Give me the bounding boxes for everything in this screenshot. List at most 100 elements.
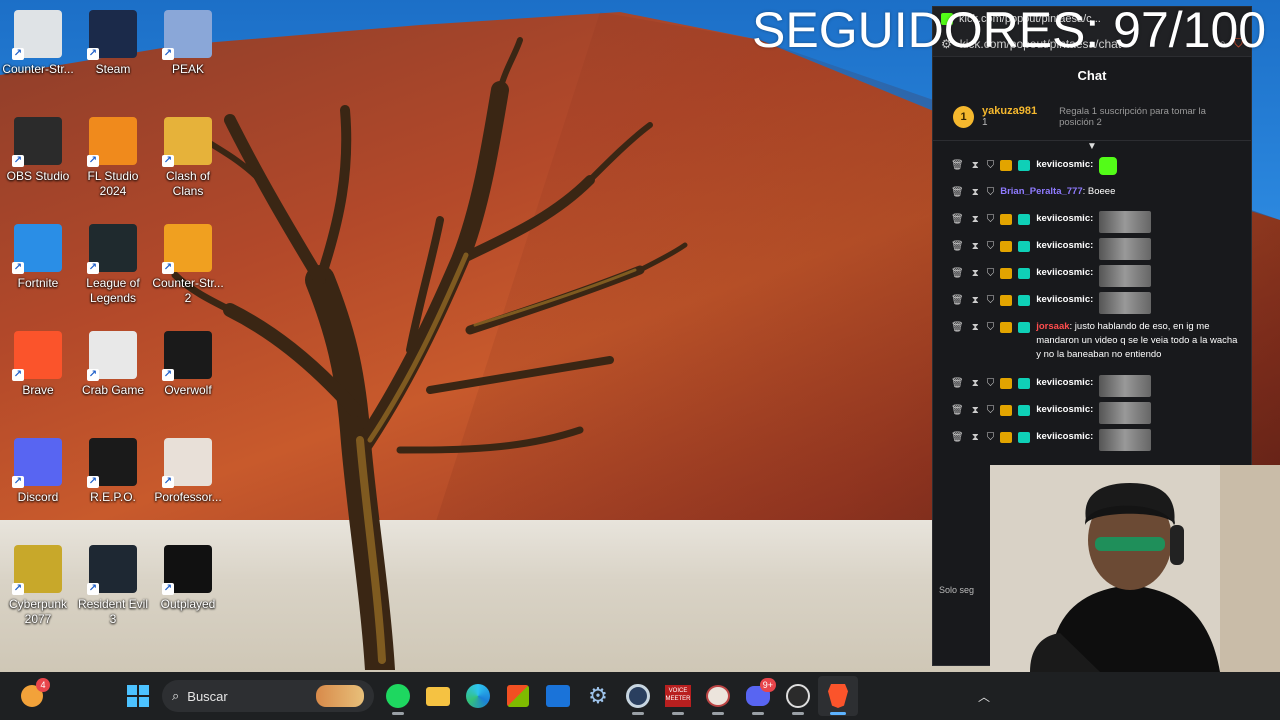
timeout-icon[interactable]: ⧗: [972, 404, 979, 418]
trash-icon[interactable]: 🗑: [951, 431, 964, 445]
trash-icon[interactable]: 🗑: [951, 186, 964, 200]
edge-button[interactable]: [458, 676, 498, 716]
desktop-icon-fl-studio[interactable]: ↗ FL Studio 2024: [75, 111, 151, 211]
timeout-icon[interactable]: ⧗: [972, 431, 979, 445]
chat-username[interactable]: keviicosmic:: [1036, 158, 1093, 170]
chat-message-list[interactable]: 🗑 ⧗ ⛉ keviicosmic: 🗑 ⧗ ⛉ Brian_Peralta_777: Boe…: [933, 157, 1251, 456]
desktop-icon-counter-strike-2[interactable]: ↗ Counter-Str... 2: [150, 218, 226, 318]
desktop-icon-clash-of-clans[interactable]: ↗ Clash of Clans: [150, 111, 226, 211]
chat-username[interactable]: keviicosmic:: [1036, 239, 1093, 251]
shield-icon[interactable]: ⛉: [987, 377, 995, 391]
chat-username[interactable]: keviicosmic:: [1036, 376, 1093, 388]
chat-username[interactable]: keviicosmic:: [1036, 266, 1093, 278]
desktop-icon-brave[interactable]: ↗ Brave: [0, 325, 76, 425]
shield-icon[interactable]: ⛉: [987, 267, 995, 281]
desktop-icon-overwolf[interactable]: ↗ Overwolf: [150, 325, 226, 425]
trash-icon[interactable]: 🗑: [951, 321, 964, 335]
desktop-icon-resident-evil-3[interactable]: ↗ Resident Evil 3: [75, 539, 151, 639]
shield-icon[interactable]: ⛉: [987, 240, 995, 254]
shield-icon[interactable]: ⛉: [987, 159, 995, 173]
shield-icon[interactable]: ⛉: [987, 213, 995, 227]
shield-icon[interactable]: ⛉: [987, 186, 995, 200]
timeout-icon[interactable]: ⧗: [972, 240, 979, 254]
chat-message[interactable]: 🗑 ⧗ ⛉ keviicosmic:: [933, 402, 1251, 429]
timeout-icon[interactable]: ⧗: [972, 294, 979, 308]
file-explorer-button[interactable]: [418, 676, 458, 716]
shield-icon[interactable]: ⛉: [987, 294, 995, 308]
mod-actions[interactable]: 🗑 ⧗ ⛉: [951, 184, 994, 200]
mod-actions[interactable]: 🗑 ⧗ ⛉: [951, 402, 994, 418]
desktop-icon-discord[interactable]: ↗ Discord: [0, 432, 76, 532]
desktop-icon-cyberpunk[interactable]: ↗ Cyberpunk 2077: [0, 539, 76, 639]
store-button[interactable]: [498, 676, 538, 716]
weather-widget[interactable]: 4: [12, 676, 52, 716]
taskbar-search-box[interactable]: ⌕ Buscar: [162, 680, 374, 712]
shortcut-arrow-icon: ↗: [87, 476, 99, 488]
trash-icon[interactable]: 🗑: [951, 159, 964, 173]
desktop-icon-league-of-legends[interactable]: ↗ League of Legends: [75, 218, 151, 318]
desktop-icon-crab-game[interactable]: ↗ Crab Game: [75, 325, 151, 425]
mod-actions[interactable]: 🗑 ⧗ ⛉: [951, 265, 994, 281]
voicemeeter-button[interactable]: VOICE MEETER: [658, 676, 698, 716]
trash-icon[interactable]: 🗑: [951, 377, 964, 391]
trash-icon[interactable]: 🗑: [951, 213, 964, 227]
mod-actions[interactable]: 🗑 ⧗ ⛉: [951, 238, 994, 254]
settings-button[interactable]: ⚙: [578, 676, 618, 716]
chat-username[interactable]: keviicosmic:: [1036, 293, 1093, 305]
timeout-icon[interactable]: ⧗: [972, 377, 979, 391]
desktop-icon-steam[interactable]: ↗ Steam: [75, 4, 151, 104]
desktop-icon-peak[interactable]: ↗ PEAK: [150, 4, 226, 104]
chat-message[interactable]: 🗑 ⧗ ⛉ keviicosmic:: [933, 292, 1251, 319]
obs-taskbar-button[interactable]: [778, 676, 818, 716]
gift-leaderboard[interactable]: 1 yakuza981 1 Regala 1 suscripción para …: [933, 93, 1251, 141]
chat-message[interactable]: 🗑 ⧗ ⛉ keviicosmic:: [933, 375, 1251, 402]
desktop-icon-obs[interactable]: ↗ OBS Studio: [0, 111, 76, 211]
chat-message[interactable]: 🗑 ⧗ ⛉ keviicosmic:: [933, 211, 1251, 238]
show-hidden-icons-button[interactable]: ︿: [964, 676, 1004, 716]
chat-message[interactable]: 🗑 ⧗ ⛉ keviicosmic:: [933, 238, 1251, 265]
timeout-icon[interactable]: ⧗: [972, 213, 979, 227]
mod-actions[interactable]: 🗑 ⧗ ⛉: [951, 292, 994, 308]
timeout-icon[interactable]: ⧗: [972, 186, 979, 200]
porofessor-taskbar-button[interactable]: [698, 676, 738, 716]
outlook-button[interactable]: [538, 676, 578, 716]
chat-message[interactable]: 🗑 ⧗ ⛉ keviicosmic:: [933, 265, 1251, 292]
chat-message[interactable]: 🗑 ⧗ ⛉ Brian_Peralta_777: Boeee: [933, 184, 1251, 211]
chat-message[interactable]: 🗑 ⧗ ⛉ keviicosmic:: [933, 157, 1251, 184]
desktop-icon-outplayed[interactable]: ↗ Outplayed: [150, 539, 226, 639]
chat-filter-icon[interactable]: ▼: [933, 141, 1251, 157]
desktop-icon-counter-strike[interactable]: ↗ Counter-Str...: [0, 4, 76, 104]
chat-username[interactable]: keviicosmic:: [1036, 430, 1093, 442]
brave-taskbar-button[interactable]: [818, 676, 858, 716]
mod-actions[interactable]: 🗑 ⧗ ⛉: [951, 319, 994, 335]
timeout-icon[interactable]: ⧗: [972, 321, 979, 335]
shield-icon[interactable]: ⛉: [987, 321, 995, 335]
shield-icon[interactable]: ⛉: [987, 431, 995, 445]
chat-message[interactable]: 🗑 ⧗ ⛉ keviicosmic:: [933, 429, 1251, 456]
chat-username[interactable]: keviicosmic:: [1036, 403, 1093, 415]
trash-icon[interactable]: 🗑: [951, 240, 964, 254]
desktop-icon-repo[interactable]: ↗ R.E.P.O.: [75, 432, 151, 532]
mod-actions[interactable]: 🗑 ⧗ ⛉: [951, 157, 994, 173]
shield-icon[interactable]: ⛉: [987, 404, 995, 418]
discord-taskbar-button[interactable]: 9+: [738, 676, 778, 716]
windows-start-button[interactable]: [118, 676, 158, 716]
steam-taskbar-button[interactable]: [618, 676, 658, 716]
trash-icon[interactable]: 🗑: [951, 267, 964, 281]
chat-username[interactable]: jorsaak: [1036, 320, 1069, 332]
leader-username[interactable]: yakuza981: [982, 105, 1037, 117]
chat-message[interactable]: 🗑 ⧗ ⛉ jorsaak: justo hablando de eso, en ig…: [933, 319, 1251, 375]
timeout-icon[interactable]: ⧗: [972, 159, 979, 173]
trash-icon[interactable]: 🗑: [951, 404, 964, 418]
trash-icon[interactable]: 🗑: [951, 294, 964, 308]
desktop-icon-fortnite[interactable]: ↗ Fortnite: [0, 218, 76, 318]
spotify-button[interactable]: [378, 676, 418, 716]
chat-username[interactable]: keviicosmic:: [1036, 212, 1093, 224]
mod-actions[interactable]: 🗑 ⧗ ⛉: [951, 429, 994, 445]
mod-actions[interactable]: 🗑 ⧗ ⛉: [951, 375, 994, 391]
gift-prompt[interactable]: Regala 1 suscripción para tomar la posic…: [1059, 106, 1231, 128]
mod-actions[interactable]: 🗑 ⧗ ⛉: [951, 211, 994, 227]
chat-username[interactable]: Brian_Peralta_777: [1000, 185, 1082, 197]
timeout-icon[interactable]: ⧗: [972, 267, 979, 281]
desktop-icon-porofessor[interactable]: ↗ Porofessor...: [150, 432, 226, 532]
